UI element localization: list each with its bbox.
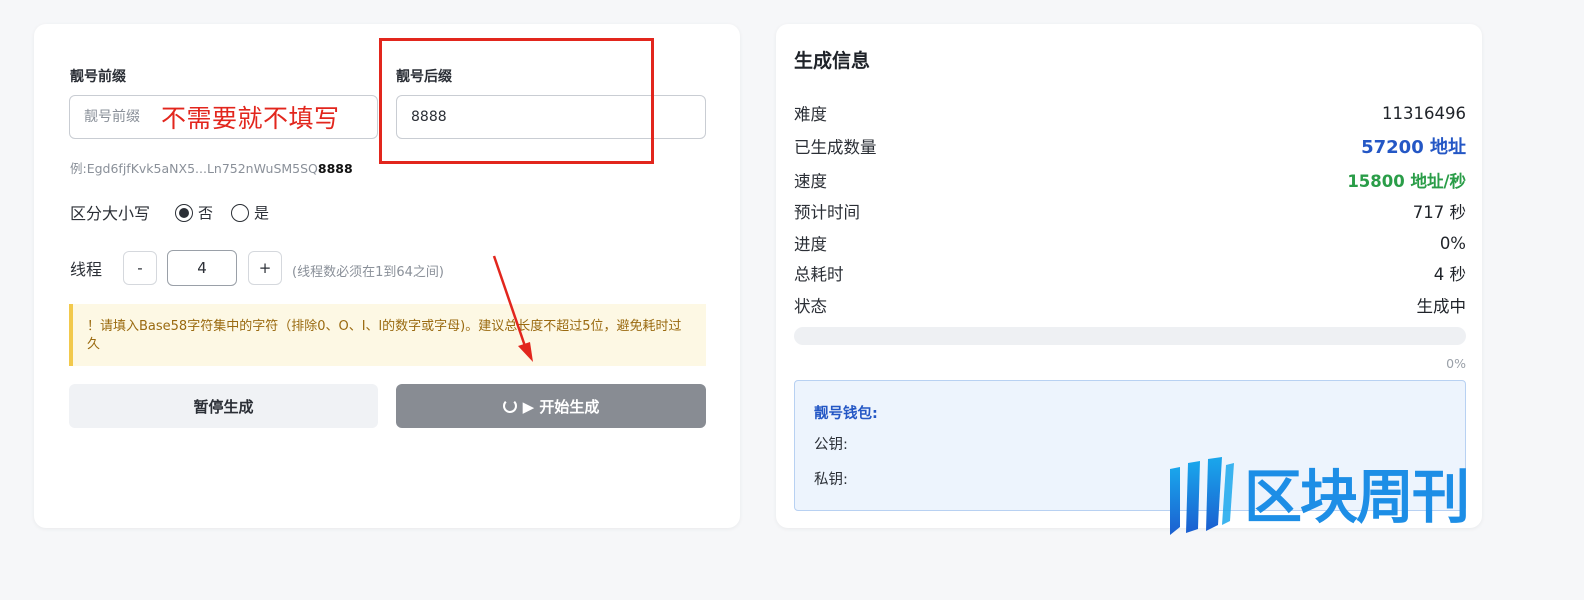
stat-label: 进度 bbox=[794, 235, 827, 254]
prefix-label: 靓号前缀 bbox=[70, 69, 126, 85]
stat-estimated-time: 预计时间 717 秒 bbox=[794, 197, 1466, 225]
stat-value: 717 秒 bbox=[1412, 203, 1466, 222]
example-highlight: 8888 bbox=[317, 161, 353, 176]
stat-label: 状态 bbox=[794, 297, 827, 316]
case-option-no-label: 否 bbox=[198, 204, 214, 222]
watermark-logo-icon bbox=[1170, 457, 1234, 535]
pause-button[interactable]: 暂停生成 bbox=[69, 384, 378, 428]
case-option-no[interactable]: 否 bbox=[175, 202, 213, 223]
stat-value: 0% bbox=[1439, 233, 1466, 253]
wallet-public-key-label: 公钥: bbox=[814, 437, 848, 453]
case-sensitive-label: 区分大小写 bbox=[70, 204, 151, 223]
stat-label: 总耗时 bbox=[794, 265, 844, 284]
progress-percent: 0% bbox=[1446, 356, 1466, 371]
generation-info-card: 生成信息 难度 11316496 已生成数量 57200 地址 速度 15800… bbox=[776, 24, 1482, 528]
loading-spinner-icon bbox=[502, 399, 517, 413]
stat-label: 难度 bbox=[794, 105, 827, 124]
wallet-private-key-label: 私钥: bbox=[814, 472, 848, 488]
case-option-yes-label: 是 bbox=[254, 204, 270, 222]
stat-label: 已生成数量 bbox=[794, 138, 877, 157]
threads-input[interactable]: 4 bbox=[167, 250, 237, 286]
radio-unchecked-icon bbox=[231, 203, 249, 222]
stat-speed: 速度 15800 地址/秒 bbox=[794, 166, 1466, 194]
suffix-input[interactable] bbox=[396, 95, 706, 139]
stat-total-elapsed: 总耗时 4 秒 bbox=[794, 259, 1466, 287]
radio-checked-icon bbox=[175, 203, 193, 222]
stat-difficulty: 难度 11316496 bbox=[794, 99, 1466, 127]
progress-bar bbox=[794, 327, 1466, 345]
stat-value: 生成中 bbox=[1416, 297, 1467, 316]
example-address: 例:Egd6fjfKvk5aNX5...Ln752nWuSM5SQ8888 bbox=[70, 158, 353, 177]
info-title: 生成信息 bbox=[794, 50, 871, 72]
generator-form-card: 靓号前缀 不需要就不填写 靓号后缀 例:Egd6fjfKvk5aNX5...Ln… bbox=[34, 24, 740, 528]
watermark-logo: 区块周刊 bbox=[1166, 455, 1470, 539]
example-prefix-text: 例:Egd6fjfKvk5aNX5...Ln752nWuSM5SQ bbox=[70, 161, 318, 176]
threads-increment-button[interactable]: + bbox=[248, 251, 282, 285]
stat-generated-count: 已生成数量 57200 地址 bbox=[794, 132, 1466, 160]
stat-value: 4 秒 bbox=[1433, 265, 1466, 284]
annotation-arrow-icon bbox=[492, 255, 533, 362]
stat-progress: 进度 0% bbox=[794, 229, 1466, 257]
case-option-yes[interactable]: 是 bbox=[231, 202, 269, 223]
stat-value: 11316496 bbox=[1382, 103, 1466, 123]
stat-label: 速度 bbox=[794, 172, 827, 191]
prefix-input[interactable] bbox=[69, 95, 378, 139]
start-button-label: ▶ 开始生成 bbox=[522, 397, 600, 416]
start-button[interactable]: ▶ 开始生成 bbox=[396, 384, 706, 428]
threads-hint: (线程数必须在1到64之间) bbox=[292, 265, 444, 280]
threads-label: 线程 bbox=[70, 260, 103, 279]
stat-label: 预计时间 bbox=[794, 203, 860, 222]
wallet-title: 靓号钱包: bbox=[814, 406, 878, 422]
watermark-text: 区块周刊 bbox=[1244, 463, 1470, 531]
stat-value: 57200 地址 bbox=[1361, 137, 1466, 158]
stat-status: 状态 生成中 bbox=[794, 291, 1466, 319]
suffix-label: 靓号后缀 bbox=[396, 69, 452, 85]
warning-banner: ！请填入Base58字符集中的字符（排除0、O、I、l的数字或字母)。建议总长度… bbox=[69, 304, 706, 366]
stat-value: 15800 地址/秒 bbox=[1347, 172, 1466, 191]
threads-decrement-button[interactable]: - bbox=[123, 251, 157, 285]
